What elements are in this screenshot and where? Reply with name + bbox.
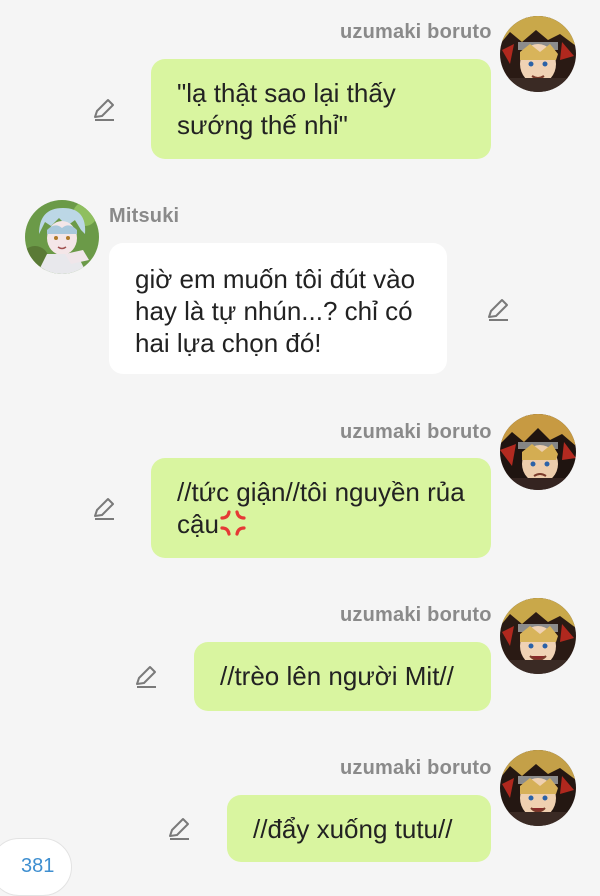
message-text: //đẩy xuống tutu// (253, 814, 453, 844)
message-text: //trèo lên người Mit// (220, 661, 454, 691)
pencil-icon[interactable] (165, 815, 193, 843)
sender-name: uzumaki boruto (340, 757, 492, 779)
boruto-avatar-image (500, 16, 576, 92)
avatar-boruto[interactable] (500, 414, 576, 490)
message-bubble[interactable]: giờ em muốn tôi đút vào hay là tự nhún..… (109, 243, 447, 374)
boruto-avatar-image (500, 750, 576, 826)
mitsuki-avatar-image (25, 200, 99, 274)
boruto-avatar-image (500, 414, 576, 490)
pencil-icon[interactable] (132, 663, 160, 691)
anger-symbol-icon (219, 509, 247, 544)
avatar-boruto[interactable] (500, 598, 576, 674)
pencil-icon[interactable] (484, 296, 512, 324)
pencil-icon[interactable] (90, 96, 118, 124)
sender-name: Mitsuki (109, 205, 180, 227)
sender-name: uzumaki boruto (340, 604, 492, 626)
message-bubble[interactable]: //tức giận//tôi nguyền rủa cậu (151, 458, 491, 558)
message-bubble[interactable]: //đẩy xuống tutu// (227, 795, 491, 862)
avatar-boruto[interactable] (500, 16, 576, 92)
pencil-icon[interactable] (90, 495, 118, 523)
sender-name: uzumaki boruto (340, 421, 492, 443)
message-text: giờ em muốn tôi đút vào hay là tự nhún..… (135, 264, 416, 358)
message-bubble[interactable]: "lạ thật sao lại thấy sướng thế nhỉ" (151, 59, 491, 159)
comment-count-badge[interactable]: 381 (0, 838, 72, 896)
avatar-mitsuki[interactable] (25, 200, 99, 274)
boruto-avatar-image (500, 598, 576, 674)
comment-count: 381 (21, 855, 55, 877)
message-text: "lạ thật sao lại thấy sướng thế nhỉ" (177, 78, 396, 140)
message-bubble[interactable]: //trèo lên người Mit// (194, 642, 491, 711)
avatar-boruto[interactable] (500, 750, 576, 826)
sender-name: uzumaki boruto (340, 21, 492, 43)
